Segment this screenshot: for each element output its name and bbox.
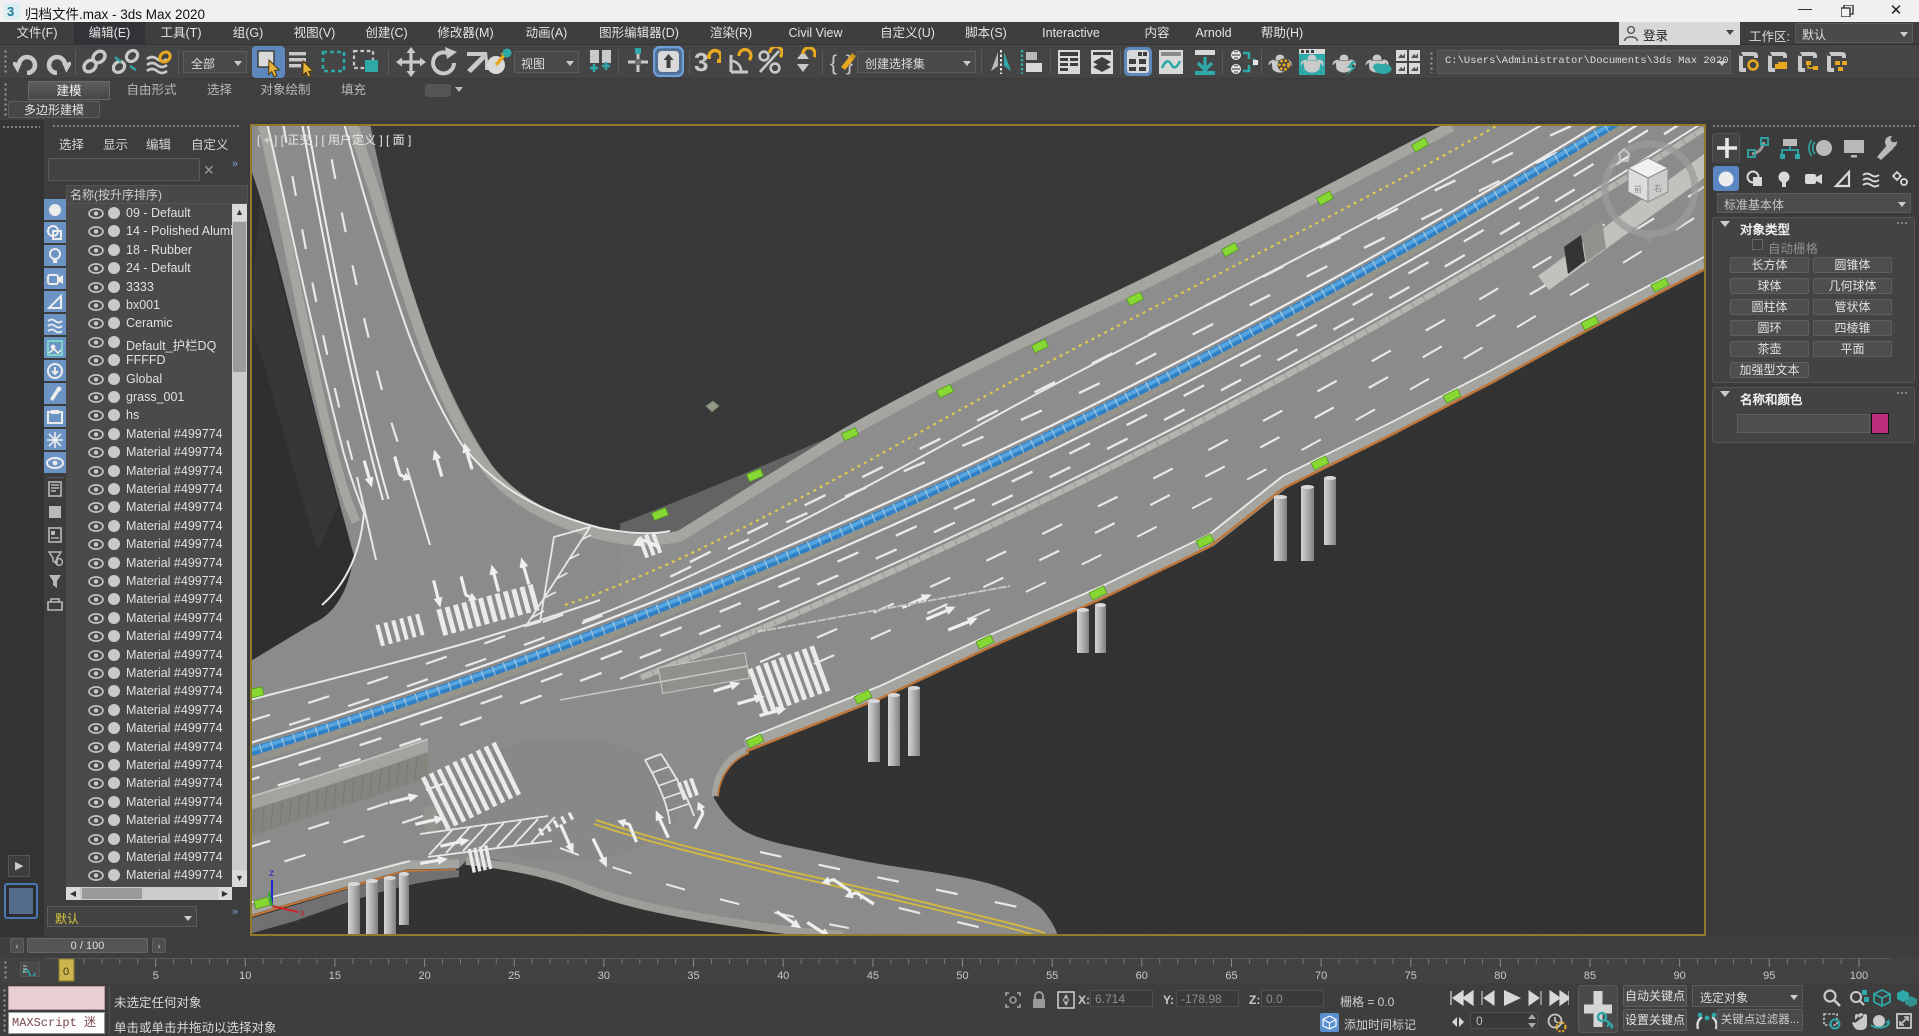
svg-text:90: 90	[1674, 970, 1686, 982]
svg-text:40: 40	[777, 970, 789, 982]
svg-text:60: 60	[1136, 970, 1148, 982]
svg-text:85: 85	[1584, 970, 1596, 982]
svg-text:75: 75	[1405, 970, 1417, 982]
svg-text:100: 100	[1850, 970, 1868, 982]
svg-text:45: 45	[867, 970, 879, 982]
svg-text:30: 30	[598, 970, 610, 982]
svg-text:35: 35	[687, 970, 699, 982]
svg-text:95: 95	[1763, 970, 1775, 982]
svg-text:5: 5	[153, 970, 159, 982]
svg-text:{: {	[830, 52, 837, 75]
svg-text:3: 3	[7, 4, 14, 19]
svg-text:20: 20	[418, 970, 430, 982]
svg-text:50: 50	[956, 970, 968, 982]
svg-text:3: 3	[694, 47, 708, 77]
svg-text:25: 25	[508, 970, 520, 982]
svg-text:0: 0	[63, 966, 69, 978]
svg-text:80: 80	[1494, 970, 1506, 982]
svg-text:65: 65	[1225, 970, 1237, 982]
svg-text:70: 70	[1315, 970, 1327, 982]
svg-text:10: 10	[239, 970, 251, 982]
svg-text:55: 55	[1046, 970, 1058, 982]
svg-text:15: 15	[329, 970, 341, 982]
